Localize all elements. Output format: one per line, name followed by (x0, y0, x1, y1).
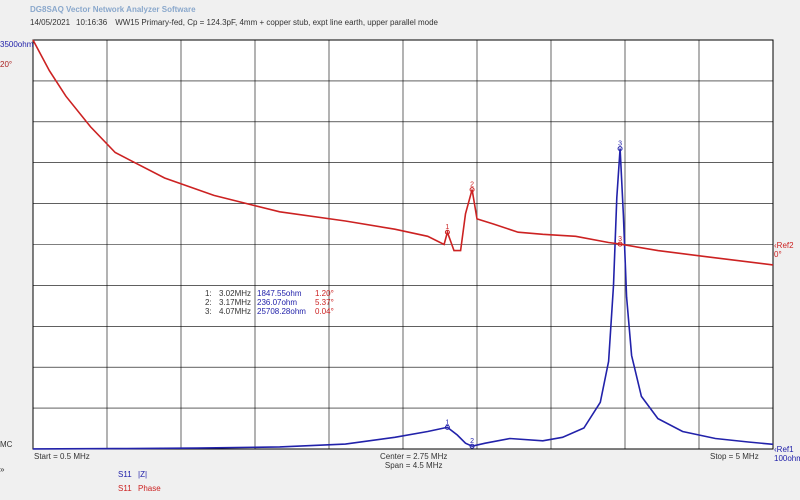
ref1-value: 100ohm (774, 454, 800, 463)
marker-magnitude: 25708.28ohm (257, 307, 306, 316)
legend-s-param: S11 (118, 484, 132, 493)
legend-item-magnitude[interactable]: S11 |Z| (118, 470, 147, 479)
marker-phase: 1.20° (315, 289, 334, 298)
marker-magnitude: 236.07ohm (257, 298, 298, 307)
marker-row: 3: 4.07MHz 25708.28ohm 0.04° (205, 307, 345, 316)
start-frequency-label: Start = 0.5 MHz (34, 452, 90, 461)
marker-row: 2: 3.17MHz 236.07ohm 5.37° (205, 298, 345, 307)
vna-chart[interactable]: 1 2 3 1 2 3 (0, 0, 800, 500)
marker-point-label: 3 (618, 141, 622, 148)
ref1-text: Ref1 (776, 445, 794, 454)
legend-item-phase[interactable]: S11 Phase (118, 484, 161, 493)
marker-magnitude: 1847.55ohm (257, 289, 302, 298)
marker-point-label: 2 (470, 182, 474, 189)
y-top-phase-label: 20° (0, 60, 13, 69)
marker-number: 2: (205, 298, 212, 307)
mc-label: MC (0, 440, 13, 449)
y-top-magnitude-label: 3500ohm (0, 40, 34, 49)
marker-phase: 0.04° (315, 307, 334, 316)
span-label: Span = 4.5 MHz (384, 461, 443, 470)
ref2-text: Ref2 (776, 241, 794, 250)
marker-point-label: 3 (618, 236, 622, 243)
ref1-marker-label: ‹Ref1 100ohm (774, 445, 800, 463)
marker-frequency: 3.17MHz (219, 298, 252, 307)
expand-arrows[interactable]: » (0, 465, 4, 474)
marker-point-label: 1 (445, 419, 449, 426)
center-frequency-label: Center = 2.75 MHz (380, 452, 448, 461)
stop-frequency-label: Stop = 5 MHz (710, 452, 759, 461)
marker-frequency: 4.07MHz (219, 307, 252, 316)
ref2-value: 0° (774, 250, 782, 259)
legend-trace-name: |Z| (138, 470, 148, 479)
marker-phase: 5.37° (315, 298, 334, 307)
marker-number: 1: (205, 289, 212, 298)
center-span-labels: Center = 2.75 MHz Span = 4.5 MHz (380, 452, 447, 470)
ref2-marker-label: ‹Ref2 0° (774, 241, 794, 259)
marker-number: 3: (205, 307, 212, 316)
marker-frequency: 3.02MHz (219, 289, 252, 298)
marker-point-label: 1 (445, 224, 449, 231)
marker-point-label: 2 (470, 438, 474, 445)
marker-row: 1: 3.02MHz 1847.55ohm 1.20° (205, 289, 345, 298)
legend-s-param: S11 (118, 470, 132, 479)
legend-trace-name: Phase (138, 484, 161, 493)
marker-table: 1: 3.02MHz 1847.55ohm 1.20° 2: 3.17MHz 236.07… (205, 289, 345, 316)
